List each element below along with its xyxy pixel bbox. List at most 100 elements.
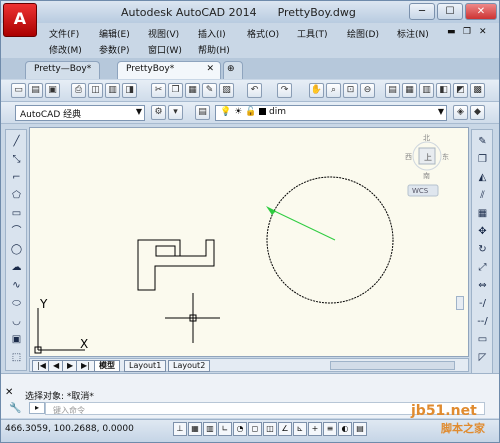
mirror-icon[interactable]: ◭: [475, 170, 490, 185]
copy-object-icon[interactable]: ❐: [475, 152, 490, 167]
polyline-shape[interactable]: [137, 239, 215, 291]
dynamic-input-icon[interactable]: +: [308, 422, 322, 436]
doc-tab-1[interactable]: Pretty—Boy*: [25, 61, 101, 79]
menu-insert[interactable]: 插入(I): [198, 27, 226, 40]
save-icon[interactable]: ▣: [45, 83, 60, 98]
menu-modify[interactable]: 修改(M): [49, 43, 82, 56]
ucs-toggle-icon[interactable]: ⊾: [293, 422, 307, 436]
minimize-button[interactable]: ─: [409, 3, 435, 20]
layer-select[interactable]: 💡 ☀ 🔓 dim ▼: [215, 105, 447, 121]
publish-icon[interactable]: ◨: [122, 83, 137, 98]
circle-icon[interactable]: ◯: [9, 242, 24, 257]
block-editor-icon[interactable]: ▧: [219, 83, 234, 98]
transparency-icon[interactable]: ◐: [338, 422, 352, 436]
menu-help[interactable]: 帮助(H): [198, 43, 230, 56]
match-properties-icon[interactable]: ✎: [202, 83, 217, 98]
menu-parametric[interactable]: 参数(P): [99, 43, 129, 56]
make-block-icon[interactable]: ⬚: [9, 350, 24, 365]
new-file-icon[interactable]: ▭: [11, 83, 26, 98]
trim-icon[interactable]: -/: [475, 296, 490, 311]
menu-edit[interactable]: 编辑(E): [99, 27, 130, 40]
extend-icon[interactable]: --/: [475, 314, 490, 329]
last-layout-icon[interactable]: ▶|: [76, 360, 95, 372]
horizontal-scrollbar[interactable]: [330, 361, 455, 370]
application-menu-button[interactable]: A: [3, 3, 37, 37]
menu-window[interactable]: 窗口(W): [148, 43, 182, 56]
vertical-scrollbar[interactable]: [456, 136, 466, 346]
doc-minimize-icon[interactable]: ▬: [447, 27, 456, 37]
plot-icon[interactable]: ▥: [105, 83, 120, 98]
workspace-tools-icon[interactable]: ▾: [168, 105, 183, 120]
print-icon[interactable]: ⎙: [71, 83, 86, 98]
viewcube-east[interactable]: 东: [442, 152, 449, 161]
layer-previous-icon[interactable]: ◆: [470, 105, 485, 120]
dashed-circle[interactable]: [266, 176, 394, 304]
paste-icon[interactable]: ▦: [185, 83, 200, 98]
break-icon[interactable]: ▭: [475, 332, 490, 347]
zoom-previous-icon[interactable]: ⊖: [360, 83, 375, 98]
construction-line-icon[interactable]: ⤡: [9, 152, 24, 167]
line-icon[interactable]: ╱: [9, 134, 24, 149]
close-tab-icon[interactable]: ✕: [206, 64, 214, 74]
tool-palettes-icon[interactable]: ▥: [419, 83, 434, 98]
close-button[interactable]: ✕: [465, 3, 497, 20]
quick-properties-icon[interactable]: ▤: [353, 422, 367, 436]
erase-icon[interactable]: ✎: [475, 134, 490, 149]
stretch-icon[interactable]: ⇔: [475, 278, 490, 293]
pan-icon[interactable]: ✋: [309, 83, 324, 98]
offset-icon[interactable]: ⫽: [475, 188, 490, 203]
cut-icon[interactable]: ✂: [151, 83, 166, 98]
ellipse-icon[interactable]: ⬭: [9, 296, 24, 311]
doc-close-icon[interactable]: ✕: [479, 27, 487, 37]
doc-tab-2[interactable]: PrettyBoy* ✕: [117, 61, 221, 79]
maximize-button[interactable]: ☐: [437, 3, 463, 20]
workspace-settings-icon[interactable]: ⚙: [151, 105, 166, 120]
open-file-icon[interactable]: ▤: [28, 83, 43, 98]
rotate-icon[interactable]: ↻: [475, 242, 490, 257]
viewcube-north[interactable]: 北: [423, 134, 430, 142]
object-snap-tracking-icon[interactable]: ∠: [278, 422, 292, 436]
array-icon[interactable]: ▦: [475, 206, 490, 221]
properties-icon[interactable]: ▤: [385, 83, 400, 98]
tab-layout2[interactable]: Layout2: [168, 360, 211, 372]
design-center-icon[interactable]: ▦: [402, 83, 417, 98]
quickcalc-icon[interactable]: ▩: [470, 83, 485, 98]
make-current-layer-icon[interactable]: ◈: [453, 105, 468, 120]
ellipse-arc-icon[interactable]: ◡: [9, 314, 24, 329]
markup-icon[interactable]: ◩: [453, 83, 468, 98]
tab-layout1[interactable]: Layout1: [124, 360, 167, 372]
move-icon[interactable]: ✥: [475, 224, 490, 239]
workspace-select[interactable]: AutoCAD 经典 ▼: [15, 105, 145, 121]
menu-tools[interactable]: 工具(T): [297, 27, 328, 40]
zoom-realtime-icon[interactable]: ⌕: [326, 83, 341, 98]
spline-icon[interactable]: ∿: [9, 278, 24, 293]
new-tab-button[interactable]: ⊕: [223, 61, 243, 79]
menu-draw[interactable]: 绘图(D): [347, 27, 379, 40]
viewcube-west[interactable]: 西: [405, 153, 412, 161]
polyline-icon[interactable]: ⌐: [9, 170, 24, 185]
print-preview-icon[interactable]: ◫: [88, 83, 103, 98]
command-close-icon[interactable]: ✕: [5, 387, 13, 398]
grid-display-icon[interactable]: ▥: [203, 422, 217, 436]
polar-tracking-icon[interactable]: ◔: [233, 422, 247, 436]
lineweight-icon[interactable]: ≡: [323, 422, 337, 436]
viewcube[interactable]: 上 北 南 西 东 WCS: [405, 134, 449, 197]
drawing-canvas[interactable]: Y X 上 北 南 西 东 WCS: [29, 127, 469, 357]
redo-icon[interactable]: ↷: [277, 83, 292, 98]
layer-properties-icon[interactable]: ▤: [195, 105, 210, 120]
scale-icon[interactable]: ⤢: [475, 260, 490, 275]
copy-icon[interactable]: ❐: [168, 83, 183, 98]
infer-constraints-icon[interactable]: ⊥: [173, 422, 187, 436]
zoom-window-icon[interactable]: ⊡: [343, 83, 358, 98]
menu-view[interactable]: 视图(V): [148, 27, 179, 40]
viewcube-south[interactable]: 南: [423, 171, 430, 180]
ortho-mode-icon[interactable]: ∟: [218, 422, 232, 436]
command-prompt-icon[interactable]: ▸: [29, 402, 45, 414]
wrench-icon[interactable]: 🔧: [9, 403, 21, 414]
menu-file[interactable]: 文件(F): [49, 27, 79, 40]
insert-block-icon[interactable]: ▣: [9, 332, 24, 347]
snap-mode-icon[interactable]: ▦: [188, 422, 202, 436]
undo-icon[interactable]: ↶: [247, 83, 262, 98]
chamfer-icon[interactable]: ◸: [475, 350, 490, 365]
polygon-icon[interactable]: ⬠: [9, 188, 24, 203]
